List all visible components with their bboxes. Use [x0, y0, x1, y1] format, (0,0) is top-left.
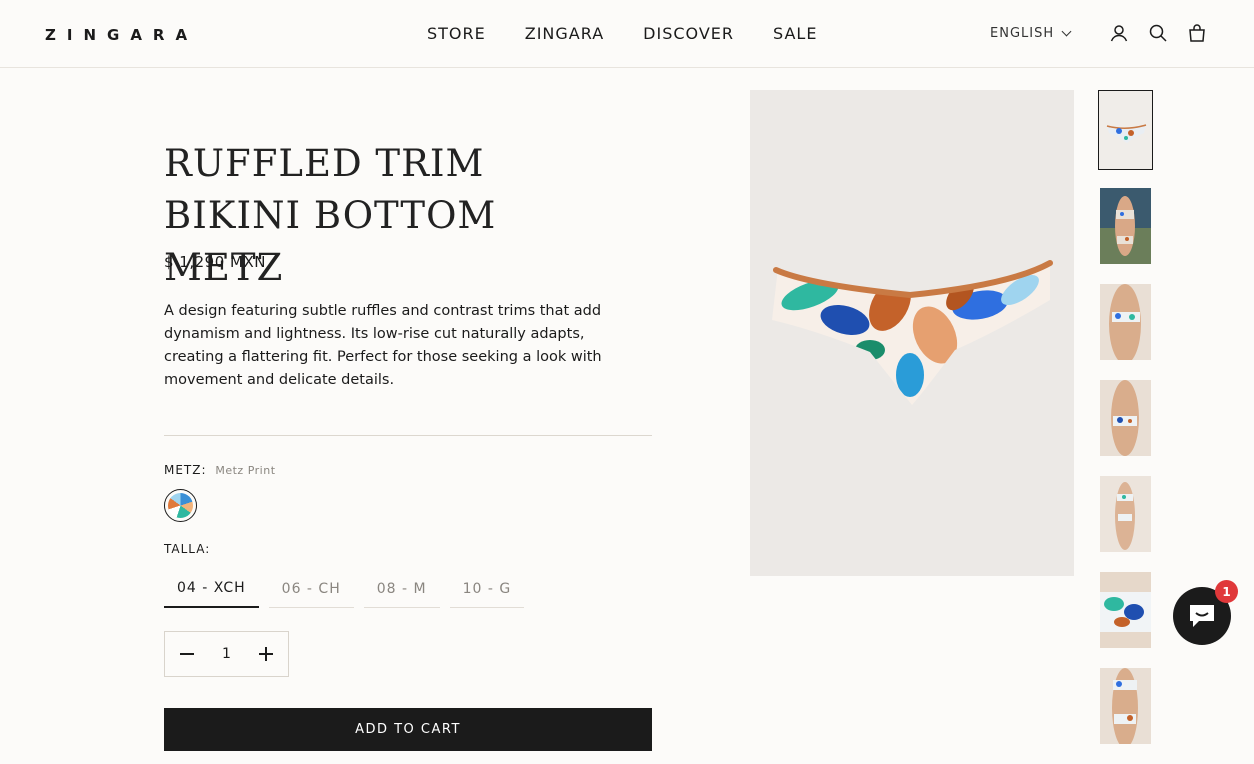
thumbnail-2[interactable]: [1100, 188, 1151, 264]
color-label: METZ:: [164, 463, 207, 477]
nav-store[interactable]: STORE: [427, 24, 486, 43]
cart-icon[interactable]: [1186, 22, 1208, 44]
color-swatch-metz[interactable]: [164, 489, 197, 522]
thumbnail-4[interactable]: [1100, 380, 1151, 456]
logo[interactable]: ZINGARA: [45, 26, 198, 44]
size-label: TALLA:: [164, 542, 211, 556]
add-to-cart-button[interactable]: ADD TO CART: [164, 708, 652, 751]
thumbnail-7[interactable]: [1100, 668, 1151, 744]
product-price: $ 1,290 MXN: [164, 253, 266, 271]
account-icon[interactable]: [1108, 22, 1130, 44]
site-header: ZINGARA STORE ZINGARA DISCOVER SALE ENGL…: [0, 0, 1254, 68]
search-icon[interactable]: [1147, 22, 1169, 44]
chat-badge: 1: [1215, 580, 1238, 603]
size-option-08[interactable]: 08 - M: [363, 570, 440, 608]
size-option-06[interactable]: 06 - CH: [268, 570, 354, 608]
bikini-bottom-illustration: [772, 260, 1053, 405]
quantity-stepper: [164, 631, 289, 677]
product-description: A design featuring subtle ruffles and co…: [164, 303, 602, 388]
nav-zingara[interactable]: ZINGARA: [525, 24, 604, 43]
size-options: 04 - XCH 06 - CH 08 - M 10 - G: [164, 570, 525, 608]
color-option-label: METZ: Metz Print: [164, 463, 276, 477]
thumbnail-3[interactable]: [1100, 284, 1151, 360]
swatch-print: [168, 493, 193, 518]
language-selector[interactable]: ENGLISH: [990, 26, 1072, 41]
chevron-down-icon: [1061, 26, 1072, 37]
divider: [164, 435, 652, 436]
quantity-input[interactable]: [206, 646, 247, 662]
color-value: Metz Print: [215, 464, 276, 477]
product-main-image[interactable]: [750, 90, 1074, 576]
thumbnail-1[interactable]: [1098, 90, 1153, 170]
chat-icon: [1190, 605, 1214, 627]
nav-discover[interactable]: DISCOVER: [643, 24, 734, 43]
thumbnail-6[interactable]: [1100, 572, 1151, 648]
size-option-04[interactable]: 04 - XCH: [164, 570, 259, 608]
thumbnail-5[interactable]: [1100, 476, 1151, 552]
minus-icon[interactable]: [179, 646, 195, 662]
main-nav: STORE ZINGARA DISCOVER SALE: [427, 24, 817, 43]
size-option-10[interactable]: 10 - G: [449, 570, 525, 608]
plus-icon[interactable]: [258, 646, 274, 662]
language-label: ENGLISH: [990, 26, 1055, 41]
nav-sale[interactable]: SALE: [773, 24, 817, 43]
